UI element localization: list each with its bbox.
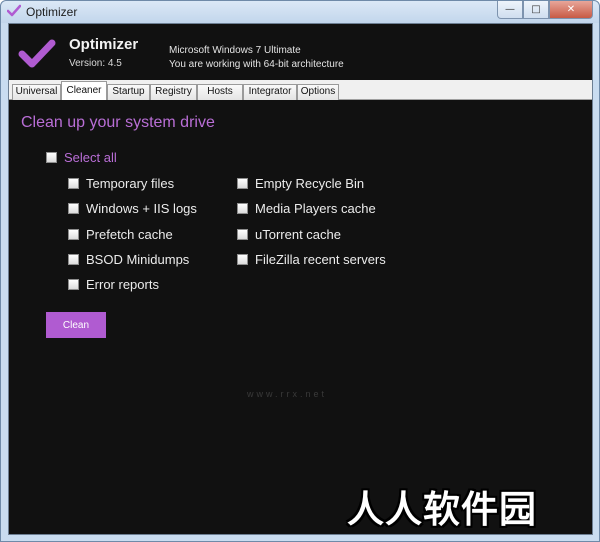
temporary-files-checkbox[interactable]: Temporary files: [68, 175, 174, 191]
checkbox-label: Empty Recycle Bin: [255, 175, 365, 191]
checkbox-box[interactable]: [46, 151, 57, 163]
checkmark-icon: [7, 4, 21, 17]
checkmark-icon: [18, 39, 56, 68]
tab-startup[interactable]: Startup: [107, 84, 150, 100]
minimize-button[interactable]: —: [497, 1, 523, 19]
checkbox-label: uTorrent cache: [255, 226, 341, 242]
utorrent-cache-checkbox[interactable]: uTorrent cache: [237, 226, 341, 242]
bsod-minidumps-checkbox[interactable]: BSOD Minidumps: [68, 251, 189, 267]
maximize-button[interactable]: □: [523, 1, 549, 19]
tab-bar: Universal Cleaner Startup Registry Hosts…: [9, 80, 592, 101]
checkbox-box[interactable]: [237, 228, 248, 240]
app-name: Optimizer: [69, 36, 139, 53]
checkbox-label: Prefetch cache: [86, 226, 173, 242]
checkbox-box[interactable]: [68, 228, 79, 240]
main-frame: Optimizer Version: 4.5 Microsoft Windows…: [8, 23, 593, 535]
tab-cleaner[interactable]: Cleaner: [61, 81, 107, 101]
tab-options[interactable]: Options: [297, 84, 339, 100]
checkbox-label: Error reports: [86, 276, 159, 292]
architecture-info: You are working with 64-bit architecture: [169, 59, 344, 70]
clean-button[interactable]: Clean: [46, 312, 106, 338]
checkbox-box[interactable]: [237, 202, 248, 214]
checkbox-box[interactable]: [68, 177, 79, 189]
checkbox-label: Windows + IIS logs: [86, 200, 197, 216]
app-version: Version: 4.5: [69, 58, 122, 69]
error-reports-checkbox[interactable]: Error reports: [68, 276, 159, 292]
tab-registry[interactable]: Registry: [150, 84, 197, 100]
checkbox-label: Temporary files: [86, 175, 175, 191]
checkbox-box[interactable]: [237, 253, 248, 265]
checkbox-label: Media Players cache: [255, 200, 376, 216]
checkbox-label: FileZilla recent servers: [255, 251, 386, 267]
app-window: Optimizer — □ ✕ Optimizer Version: 4.5 M…: [0, 0, 600, 542]
select-all-checkbox[interactable]: Select all: [46, 149, 117, 165]
empty-recycle-bin-checkbox[interactable]: Empty Recycle Bin: [237, 175, 364, 191]
checkbox-label: BSOD Minidumps: [86, 251, 190, 267]
site-watermark: 人人软件园: [347, 488, 537, 531]
windows-iis-logs-checkbox[interactable]: Windows + IIS logs: [68, 200, 197, 216]
checkbox-box[interactable]: [237, 177, 248, 189]
cleaner-panel: Clean up your system drive Select all Te…: [9, 100, 592, 534]
page-title: Clean up your system drive: [21, 114, 215, 131]
window-controls: — □ ✕: [497, 1, 593, 19]
checkbox-box[interactable]: [68, 202, 79, 214]
window-title: Optimizer: [26, 5, 78, 19]
media-players-cache-checkbox[interactable]: Media Players cache: [237, 200, 376, 216]
title-bar[interactable]: Optimizer — □ ✕: [1, 1, 599, 23]
app-header: Optimizer Version: 4.5 Microsoft Windows…: [9, 24, 592, 80]
checkbox-box[interactable]: [68, 253, 79, 265]
os-info: Microsoft Windows 7 Ultimate: [169, 45, 301, 56]
prefetch-cache-checkbox[interactable]: Prefetch cache: [68, 226, 173, 242]
close-button[interactable]: ✕: [549, 1, 593, 19]
faint-watermark-url: www.rrx.net: [247, 389, 328, 399]
checkbox-box[interactable]: [68, 278, 79, 290]
tab-integrator[interactable]: Integrator: [243, 84, 297, 100]
filezilla-recent-servers-checkbox[interactable]: FileZilla recent servers: [237, 251, 386, 267]
tab-hosts[interactable]: Hosts: [197, 84, 243, 100]
tab-universal[interactable]: Universal: [12, 84, 61, 100]
checkbox-label: Select all: [64, 149, 117, 165]
